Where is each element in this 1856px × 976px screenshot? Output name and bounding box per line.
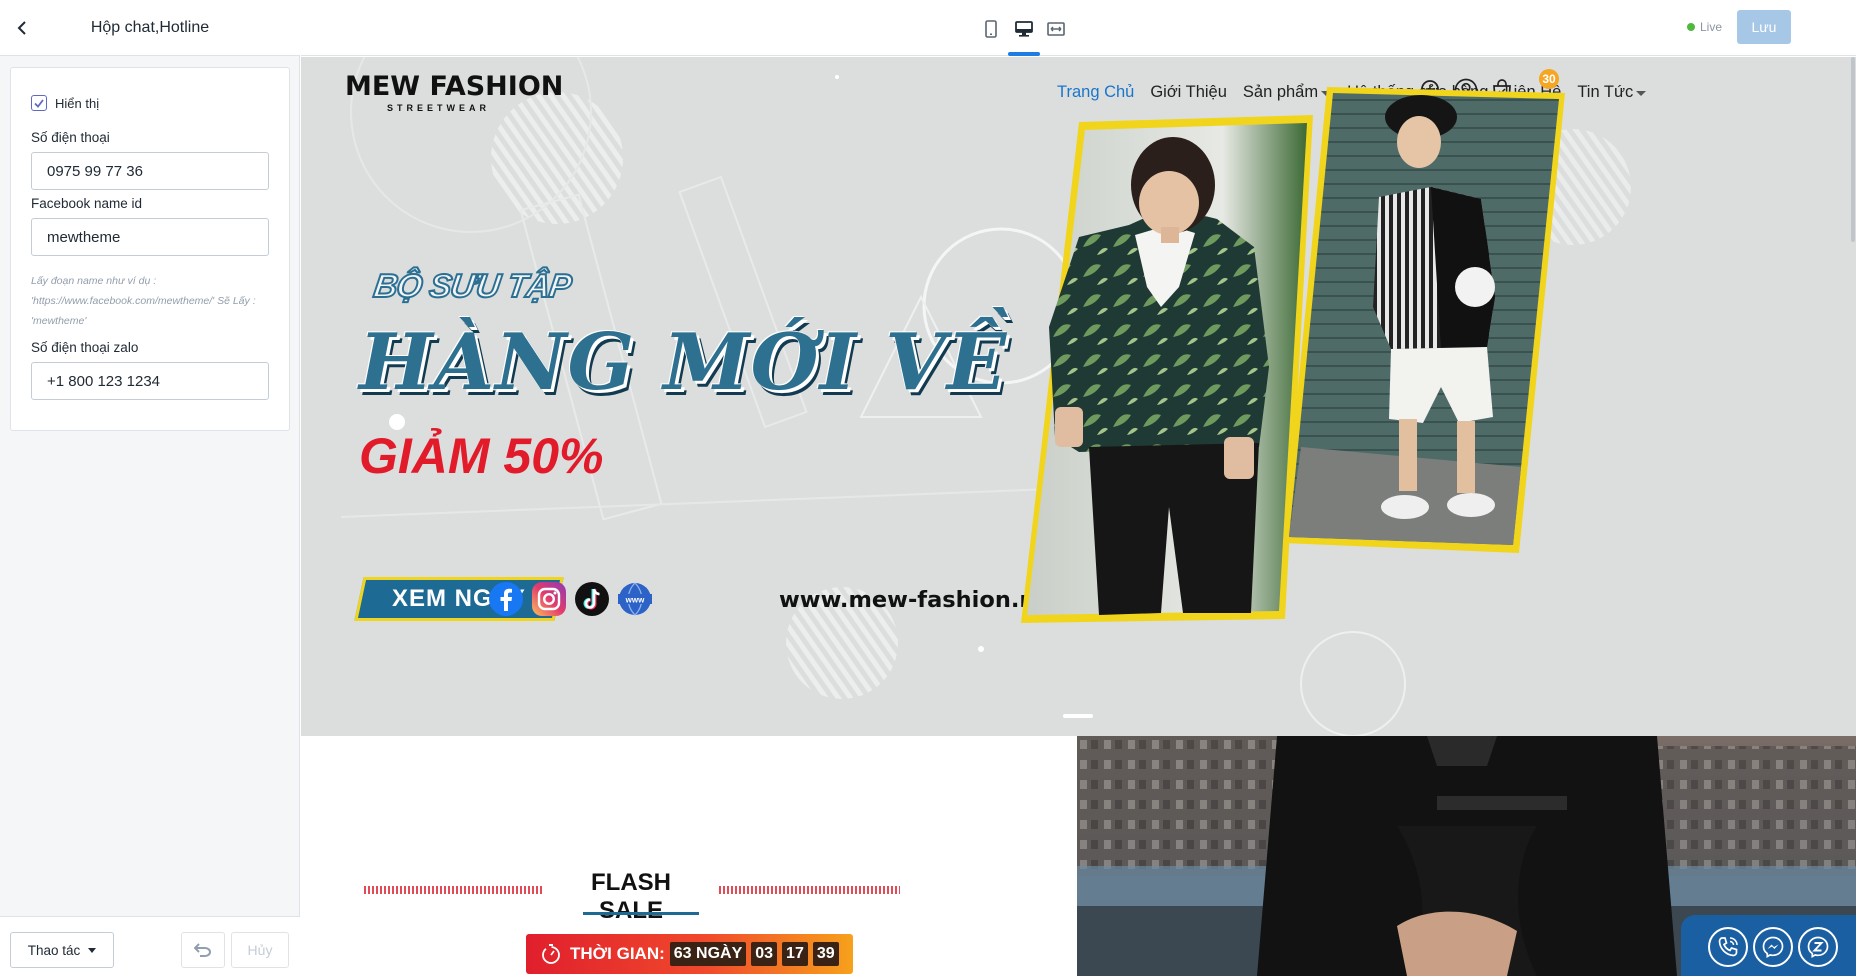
- store-logo[interactable]: MEW FASHION STREETWEAR: [345, 71, 563, 113]
- countdown-minutes: 17: [782, 942, 808, 966]
- zalo-button[interactable]: [1798, 927, 1838, 967]
- flash-sale-divider-left: [364, 886, 544, 894]
- fullwidth-icon: [1047, 22, 1065, 36]
- logo-text: MEW FASHION: [345, 71, 564, 102]
- facebook-label: Facebook name id: [31, 196, 143, 211]
- nav-home[interactable]: Trang Chủ: [1057, 83, 1134, 102]
- countdown-days: 63 NGÀY: [669, 942, 747, 966]
- live-dot-icon: [1687, 23, 1695, 31]
- live-status: Live: [1687, 20, 1722, 34]
- svg-text:www: www: [625, 596, 645, 605]
- countdown-hours: 03: [751, 942, 778, 966]
- logo-subtext: STREETWEAR: [387, 103, 490, 113]
- cart-count-badge: 30: [1539, 69, 1559, 89]
- model-photo-1: [1021, 115, 1313, 623]
- phone-input[interactable]: [31, 152, 269, 190]
- flash-sale-underline: [583, 912, 699, 915]
- show-checkbox-label: Hiển thị: [55, 95, 100, 111]
- caret-down-icon: [1636, 90, 1647, 96]
- zalo-input[interactable]: [31, 362, 269, 400]
- phone-label: Số điện thoại: [31, 130, 110, 145]
- show-toggle-row[interactable]: Hiển thị: [31, 94, 99, 112]
- banner-discount: GIẢM 50%: [359, 428, 604, 484]
- hero-banner: MEW FASHION STREETWEAR Trang Chủ Giới Th…: [301, 57, 1856, 736]
- cancel-button[interactable]: Hủy: [231, 932, 289, 968]
- phone-icon: [1718, 937, 1738, 957]
- countdown-label: THỜI GIAN:: [570, 944, 665, 963]
- timer-icon: [542, 944, 560, 964]
- zalo-label: Số điện thoại zalo: [31, 340, 139, 355]
- caret-down-icon: [88, 947, 97, 953]
- chevron-left-icon: [17, 21, 26, 35]
- device-mobile-button[interactable]: [974, 12, 1008, 46]
- checkmark-icon: [34, 98, 44, 108]
- editor-toolbar: Live Lưu: [301, 0, 1856, 56]
- live-label: Live: [1700, 20, 1723, 34]
- device-desktop-button[interactable]: [1007, 12, 1041, 46]
- panel-footer: Thao tác Hủy: [0, 916, 300, 976]
- active-device-indicator: [1008, 52, 1040, 56]
- app-root: Hộp chat,Hotline Hiển thị Số điện thoại …: [0, 0, 1856, 976]
- mobile-icon: [985, 20, 997, 38]
- flash-sale-title: FLASH SALE: [591, 869, 671, 924]
- show-checkbox[interactable]: [31, 95, 47, 111]
- hotline-button[interactable]: [1708, 927, 1748, 967]
- instagram-icon: [532, 582, 566, 616]
- back-button[interactable]: [8, 14, 36, 42]
- zalo-icon: [1807, 936, 1829, 958]
- www-icon: www: [618, 582, 652, 616]
- messenger-icon: [1762, 936, 1784, 958]
- settings-panel: Hộp chat,Hotline Hiển thị Số điện thoại …: [0, 0, 300, 976]
- undo-button[interactable]: [181, 932, 225, 968]
- tiktok-icon: [575, 582, 609, 616]
- model-photo-2: [1283, 87, 1565, 553]
- flash-sale-countdown: THỜI GIAN: 63 NGÀY 03 17 39: [526, 934, 853, 974]
- slider-dot-active[interactable]: [1063, 714, 1093, 718]
- facebook-icon: [489, 582, 523, 616]
- nav-about[interactable]: Giới Thiệu: [1150, 83, 1227, 102]
- flash-sale-divider-right: [719, 886, 900, 894]
- settings-card: Hiển thị Số điện thoại Facebook name id …: [10, 67, 290, 431]
- actions-dropdown[interactable]: Thao tác: [10, 932, 114, 968]
- facebook-help-text: Lấy đoạn name như ví dụ : 'https://www.f…: [31, 275, 256, 327]
- undo-icon: [194, 943, 211, 957]
- preview-scrollbar[interactable]: [1851, 57, 1855, 242]
- nav-news[interactable]: Tin Tức: [1577, 82, 1647, 102]
- banner-title: HÀNG MỚI VỀ: [359, 317, 1008, 408]
- messenger-button[interactable]: [1753, 927, 1793, 967]
- countdown-seconds: 39: [812, 942, 839, 966]
- banner-kicker: BỘ SƯU TẬP: [370, 266, 574, 305]
- desktop-icon: [1015, 21, 1033, 37]
- save-button[interactable]: Lưu: [1737, 10, 1791, 44]
- facebook-input[interactable]: [31, 218, 269, 256]
- contact-widget-bar: [1681, 915, 1856, 976]
- theme-preview: MEW FASHION STREETWEAR Trang Chủ Giới Th…: [301, 57, 1856, 976]
- actions-label: Thao tác: [27, 942, 81, 958]
- panel-title: Hộp chat,Hotline: [90, 19, 210, 36]
- device-fullwidth-button[interactable]: [1039, 12, 1073, 46]
- panel-header: Hộp chat,Hotline: [0, 0, 300, 56]
- nav-news-label: Tin Tức: [1577, 82, 1634, 101]
